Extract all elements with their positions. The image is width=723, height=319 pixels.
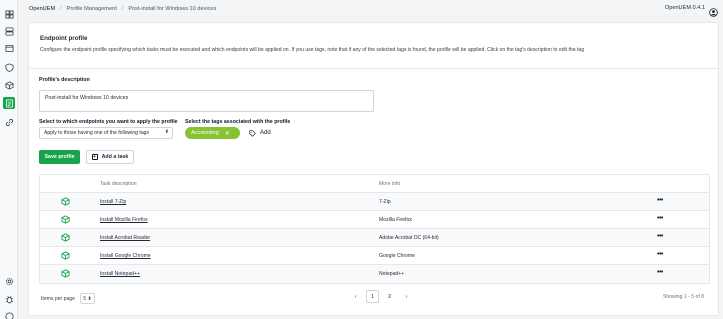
window-icon[interactable] bbox=[3, 42, 15, 54]
package-icon bbox=[61, 233, 70, 242]
table-row: Install Notepad++ Notepad++ ••• bbox=[40, 265, 709, 283]
package-icon[interactable] bbox=[3, 79, 15, 91]
apply-select[interactable]: Apply to those having one of the followi… bbox=[39, 127, 173, 139]
panel-header: Endpoint profile Configure the endpoint … bbox=[29, 23, 718, 69]
add-tag-button[interactable]: Add bbox=[249, 127, 271, 139]
breadcrumb-section[interactable]: Profile Management bbox=[67, 6, 117, 12]
panel-title: Endpoint profile bbox=[40, 35, 88, 42]
tag-chip-label: Accounting bbox=[191, 130, 219, 136]
table-row: Install 7-Zip 7-Zip ••• bbox=[40, 193, 709, 211]
apply-select-value: Apply to those having one of the followi… bbox=[44, 130, 150, 136]
more-options-icon[interactable]: ••• bbox=[657, 215, 663, 222]
items-per-page-label: Items per page bbox=[41, 295, 75, 302]
pagination: ‹ 1 2 › bbox=[347, 290, 415, 303]
package-icon bbox=[61, 197, 70, 206]
table-row: Install Acrobat Reader Adobe Acrobat DC (… bbox=[40, 229, 709, 247]
add-task-label: Add a task bbox=[101, 154, 129, 160]
profiles-icon[interactable] bbox=[3, 97, 15, 109]
server-icon[interactable] bbox=[3, 25, 15, 37]
more-options-icon[interactable]: ••• bbox=[657, 251, 663, 258]
task-info: Notepad++ bbox=[379, 271, 405, 277]
link-icon[interactable] bbox=[3, 116, 15, 128]
description-label: Profile's description bbox=[39, 77, 90, 83]
save-profile-button[interactable]: Save profile bbox=[39, 150, 80, 164]
bug-icon[interactable] bbox=[3, 293, 15, 305]
apply-label: Select to which endpoints you want to ap… bbox=[39, 119, 178, 125]
table-row: Install Mozilla Firefox Mozilla Firefox ••… bbox=[40, 211, 709, 229]
task-description-link[interactable]: Install 7-Zip bbox=[100, 199, 126, 205]
plus-icon: + bbox=[91, 154, 98, 160]
package-icon bbox=[61, 215, 70, 224]
task-description-link[interactable]: Install Google Chrome bbox=[100, 253, 151, 259]
more-options-icon[interactable]: ••• bbox=[657, 269, 663, 276]
breadcrumb-current: Post-install for Windows 10 devices bbox=[128, 5, 217, 12]
profile-panel: Endpoint profile Configure the endpoint … bbox=[28, 22, 719, 316]
items-per-page-select[interactable]: 5 ⬍ bbox=[79, 293, 95, 304]
column-header-info: More info bbox=[379, 181, 401, 187]
add-task-button[interactable]: + Add a task bbox=[86, 150, 134, 164]
breadcrumb-separator: / bbox=[121, 5, 124, 12]
tags-label: Select the tags associated with the prof… bbox=[185, 119, 291, 125]
tag-chip-accounting[interactable]: Accounting ✕ bbox=[185, 127, 240, 139]
panel-description: Configure the endpoint profile specifyin… bbox=[40, 47, 585, 53]
dashboard-icon[interactable] bbox=[3, 8, 15, 20]
description-textarea[interactable]: Post-install for Windows 10 devices bbox=[39, 90, 374, 112]
shield-icon[interactable] bbox=[3, 61, 15, 73]
task-description-link[interactable]: Install Acrobat Reader bbox=[100, 235, 150, 241]
table-header: Task description More info bbox=[40, 175, 709, 193]
task-description-link[interactable]: Install Mozilla Firefox bbox=[100, 217, 148, 223]
version-label: OpenUEM 0.4.1 bbox=[664, 5, 705, 11]
package-icon bbox=[61, 251, 70, 260]
select-arrows-icon: ⬍ bbox=[164, 129, 169, 135]
showing-count: Showing 1 - 5 of 8 bbox=[662, 294, 704, 300]
table-row: Install Google Chrome Google Chrome ••• bbox=[40, 247, 709, 265]
breadcrumb-separator: / bbox=[60, 5, 62, 12]
task-description-link[interactable]: Install Notepad++ bbox=[100, 271, 140, 277]
prev-page-button[interactable]: ‹ bbox=[349, 290, 362, 303]
task-info: Mozilla Firefox bbox=[379, 217, 412, 223]
next-page-button[interactable]: › bbox=[400, 290, 413, 303]
items-per-page: Items per page 5 ⬍ bbox=[41, 293, 95, 304]
sidebar bbox=[0, 0, 18, 319]
package-icon bbox=[61, 269, 70, 278]
items-per-page-value: 5 bbox=[83, 295, 87, 302]
tasks-table: Task description More info Install 7-Zip… bbox=[39, 174, 710, 284]
more-options-icon[interactable]: ••• bbox=[657, 197, 663, 204]
tag-icon bbox=[249, 129, 256, 137]
help-icon[interactable] bbox=[3, 310, 15, 319]
page-button-2[interactable]: 2 bbox=[383, 290, 396, 303]
add-tag-label: Add bbox=[260, 130, 271, 136]
column-header-description: Task description bbox=[100, 181, 137, 187]
user-avatar-icon[interactable] bbox=[709, 4, 718, 17]
task-info: Adobe Acrobat DC (64-bit) bbox=[379, 235, 439, 241]
task-info: 7-Zip bbox=[379, 199, 391, 205]
remove-tag-icon[interactable]: ✕ bbox=[225, 130, 230, 137]
breadcrumb: OpenUEM / Profile Management / Post-inst… bbox=[18, 0, 723, 17]
breadcrumb-home[interactable]: OpenUEM bbox=[29, 6, 55, 12]
task-info: Google Chrome bbox=[379, 253, 415, 259]
page-button-1[interactable]: 1 bbox=[366, 290, 379, 303]
more-options-icon[interactable]: ••• bbox=[657, 233, 663, 240]
settings-icon[interactable] bbox=[3, 275, 15, 287]
